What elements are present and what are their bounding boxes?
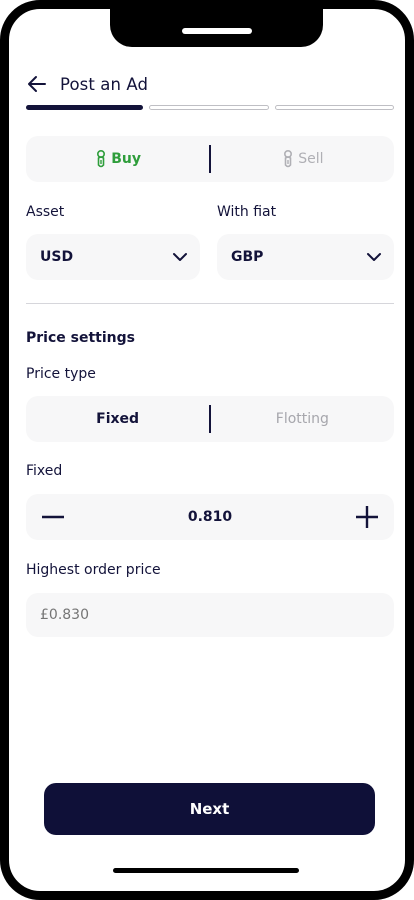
home-indicator — [113, 868, 299, 873]
fixed-label: Fixed — [26, 463, 63, 479]
page-title: Post an Ad — [60, 74, 149, 94]
speaker-bar — [182, 28, 252, 34]
fixed-price-value: 0.810 — [187, 509, 233, 525]
notch — [110, 9, 323, 47]
buy-icon — [97, 149, 106, 168]
highest-order-label: Highest order price — [26, 562, 161, 578]
highest-order-price-input[interactable] — [26, 593, 394, 637]
step-2 — [149, 105, 269, 110]
asset-value: USD — [40, 249, 74, 265]
buy-option[interactable]: Buy — [26, 136, 209, 182]
progress-steps — [26, 105, 394, 111]
plus-icon[interactable] — [354, 504, 380, 530]
step-3 — [274, 105, 394, 110]
minus-icon[interactable] — [40, 504, 66, 530]
next-button[interactable]: Next — [44, 783, 375, 835]
sell-icon — [284, 149, 293, 168]
price-settings-title: Price settings — [26, 330, 135, 346]
buy-sell-toggle: Buy Sell — [26, 136, 394, 182]
flotting-option[interactable]: Flotting — [211, 396, 394, 442]
asset-select[interactable]: USD — [26, 234, 200, 280]
back-arrow-icon[interactable] — [26, 73, 48, 95]
fixed-price-stepper: 0.810 — [26, 494, 394, 540]
fixed-option[interactable]: Fixed — [26, 396, 209, 442]
buy-label: Buy — [111, 151, 141, 167]
chevron-down-icon — [367, 253, 381, 261]
chevron-down-icon — [173, 253, 187, 261]
phone-frame — [0, 0, 414, 900]
header: Post an Ad — [26, 70, 148, 98]
asset-label: Asset — [26, 204, 65, 220]
sell-label: Sell — [298, 151, 324, 167]
fiat-value: GBP — [231, 249, 264, 265]
fiat-label: With fiat — [217, 204, 277, 220]
step-1 — [26, 105, 144, 110]
section-divider — [26, 303, 394, 304]
fiat-select[interactable]: GBP — [217, 234, 394, 280]
price-type-toggle: Fixed Flotting — [26, 396, 394, 442]
price-type-label: Price type — [26, 366, 96, 382]
sell-option[interactable]: Sell — [211, 136, 394, 182]
